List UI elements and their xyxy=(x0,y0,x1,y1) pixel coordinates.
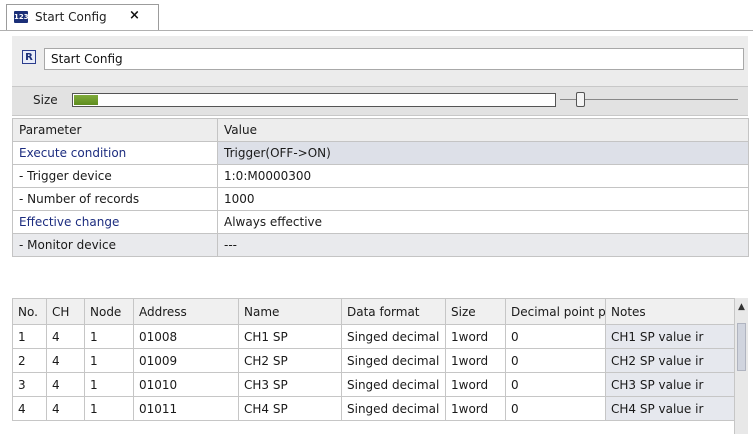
tab-label: Start Config xyxy=(35,10,107,24)
column-header-notes[interactable]: Notes xyxy=(605,298,748,325)
cell-name: CH2 SP xyxy=(238,348,342,373)
register-icon: R xyxy=(22,50,36,64)
scrollbar-thumb[interactable] xyxy=(737,323,746,371)
tab-strip: 123 Start Config × xyxy=(0,0,753,31)
cell-no: 4 xyxy=(12,396,47,421)
cell-name: CH3 SP xyxy=(238,372,342,397)
value-header: Value xyxy=(217,118,749,142)
grid-vertical-scrollbar[interactable]: ▲ xyxy=(734,298,748,434)
size-label: Size xyxy=(33,93,58,107)
column-header-ch[interactable]: CH xyxy=(46,298,85,325)
device-list-grid: No. CH Node Address Name Data format Siz… xyxy=(12,298,748,434)
param-name: - Number of records xyxy=(12,187,218,211)
scroll-up-arrow-icon[interactable]: ▲ xyxy=(735,302,748,312)
parameter-header: Parameter xyxy=(12,118,218,142)
cell-address: 01011 xyxy=(133,396,239,421)
cell-size: 1word xyxy=(445,372,506,397)
param-name: - Monitor device xyxy=(12,233,218,257)
param-row-trigger-device[interactable]: - Trigger device 1:0:M0000300 xyxy=(12,164,749,188)
column-header-name[interactable]: Name xyxy=(238,298,342,325)
cell-name: CH1 SP xyxy=(238,324,342,349)
cell-notes: CH4 SP value ir xyxy=(605,396,748,421)
cell-decimal-point: 0 xyxy=(505,324,606,349)
param-value[interactable]: 1000 xyxy=(217,187,749,211)
cell-size: 1word xyxy=(445,348,506,373)
size-bar-row: Size xyxy=(12,86,748,116)
device-list-table: No. CH Node Address Name Data format Siz… xyxy=(12,298,748,421)
cell-no: 2 xyxy=(12,348,47,373)
cell-ch: 4 xyxy=(46,396,85,421)
param-value[interactable]: --- xyxy=(217,233,749,257)
column-header-decimal-point[interactable]: Decimal point pc xyxy=(505,298,606,325)
column-header-size[interactable]: Size xyxy=(445,298,506,325)
table-row[interactable]: 1 4 1 01008 CH1 SP Singed decimal 1word … xyxy=(12,324,748,349)
cell-address: 01010 xyxy=(133,372,239,397)
cell-notes: CH3 SP value ir xyxy=(605,372,748,397)
table-row[interactable]: 2 4 1 01009 CH2 SP Singed decimal 1word … xyxy=(12,348,748,373)
parameter-table: Parameter Value Execute condition Trigge… xyxy=(12,118,749,257)
table-row[interactable]: 4 4 1 01011 CH4 SP Singed decimal 1word … xyxy=(12,396,748,421)
column-header-address[interactable]: Address xyxy=(133,298,239,325)
size-progress-bar xyxy=(72,93,556,107)
param-name: - Trigger device xyxy=(12,164,218,188)
param-row-execute-condition[interactable]: Execute condition Trigger(OFF->ON) xyxy=(12,141,749,165)
param-value[interactable]: Trigger(OFF->ON) xyxy=(217,141,749,165)
table-icon: 123 xyxy=(14,11,29,23)
column-header-node[interactable]: Node xyxy=(84,298,134,325)
size-slider-track[interactable] xyxy=(560,99,738,100)
config-name-input[interactable] xyxy=(44,48,744,70)
cell-address: 01009 xyxy=(133,348,239,373)
cell-data-format: Singed decimal xyxy=(341,348,446,373)
column-header-no[interactable]: No. xyxy=(12,298,47,325)
param-row-monitor-device[interactable]: - Monitor device --- xyxy=(12,233,749,257)
cell-node: 1 xyxy=(84,348,134,373)
cell-node: 1 xyxy=(84,372,134,397)
size-slider-thumb[interactable] xyxy=(576,92,585,107)
cell-ch: 4 xyxy=(46,348,85,373)
cell-size: 1word xyxy=(445,396,506,421)
param-row-effective-change[interactable]: Effective change Always effective xyxy=(12,210,749,234)
tab-start-config[interactable]: 123 Start Config × xyxy=(6,4,159,30)
table-row[interactable]: 3 4 1 01010 CH3 SP Singed decimal 1word … xyxy=(12,372,748,397)
cell-data-format: Singed decimal xyxy=(341,396,446,421)
cell-notes: CH1 SP value ir xyxy=(605,324,748,349)
cell-no: 3 xyxy=(12,372,47,397)
cell-data-format: Singed decimal xyxy=(341,324,446,349)
cell-node: 1 xyxy=(84,396,134,421)
parameter-header-row: Parameter Value xyxy=(12,118,749,142)
cell-decimal-point: 0 xyxy=(505,372,606,397)
param-name: Execute condition xyxy=(12,141,218,165)
cell-size: 1word xyxy=(445,324,506,349)
param-row-number-of-records[interactable]: - Number of records 1000 xyxy=(12,187,749,211)
cell-ch: 4 xyxy=(46,372,85,397)
grid-header-row: No. CH Node Address Name Data format Siz… xyxy=(12,298,748,325)
cell-ch: 4 xyxy=(46,324,85,349)
column-header-data-format[interactable]: Data format xyxy=(341,298,446,325)
cell-node: 1 xyxy=(84,324,134,349)
param-value[interactable]: Always effective xyxy=(217,210,749,234)
close-icon[interactable]: × xyxy=(129,8,140,23)
config-title-bar: R xyxy=(12,36,748,88)
cell-name: CH4 SP xyxy=(238,396,342,421)
cell-no: 1 xyxy=(12,324,47,349)
cell-address: 01008 xyxy=(133,324,239,349)
param-name: Effective change xyxy=(12,210,218,234)
cell-data-format: Singed decimal xyxy=(341,372,446,397)
size-progress-fill xyxy=(74,95,99,105)
cell-notes: CH2 SP value ir xyxy=(605,348,748,373)
param-value[interactable]: 1:0:M0000300 xyxy=(217,164,749,188)
cell-decimal-point: 0 xyxy=(505,396,606,421)
cell-decimal-point: 0 xyxy=(505,348,606,373)
